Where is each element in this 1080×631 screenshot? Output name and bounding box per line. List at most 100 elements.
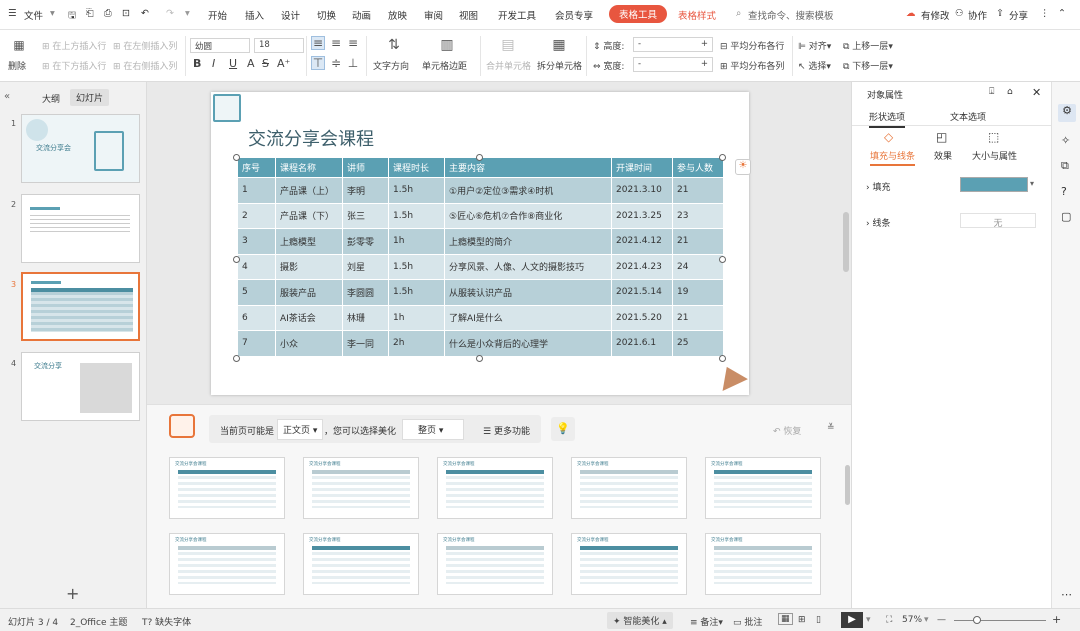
- zoom-level[interactable]: 57%: [902, 615, 922, 625]
- table-cell[interactable]: 7: [237, 330, 276, 357]
- select-button[interactable]: ↖ 选择▾: [798, 59, 831, 72]
- table-cell[interactable]: 25: [672, 330, 724, 357]
- table-cell[interactable]: 2h: [388, 330, 445, 357]
- export-icon[interactable]: ⎗: [86, 8, 94, 19]
- insert-above-button[interactable]: ⊞ 在上方插入行: [42, 39, 106, 52]
- tab-table-style[interactable]: 表格样式: [678, 8, 716, 22]
- fit-window-icon[interactable]: ⛶: [886, 615, 892, 625]
- distribute-cols-button[interactable]: ⊞ 平均分布各列: [720, 59, 784, 72]
- hamburger-icon[interactable]: ☰: [8, 8, 17, 19]
- bold-button[interactable]: B: [193, 57, 201, 70]
- table-cell[interactable]: 21: [672, 304, 724, 331]
- resize-handle[interactable]: [233, 154, 240, 161]
- align-button[interactable]: ⊫ 对齐▾: [798, 39, 831, 52]
- resize-handle[interactable]: [476, 355, 483, 362]
- beautify-template[interactable]: 交流分享会课程: [169, 533, 285, 595]
- help-icon[interactable]: ?: [1061, 185, 1067, 198]
- animation-icon[interactable]: ✧: [1061, 134, 1070, 147]
- table-cell[interactable]: 1.5h: [388, 279, 445, 306]
- undo-icon[interactable]: ↶: [141, 8, 149, 19]
- menu-tab-9[interactable]: 会员专享: [555, 8, 593, 22]
- table-cell[interactable]: 2021.5.14: [611, 279, 673, 306]
- menu-tab-3[interactable]: 切换: [317, 8, 336, 22]
- table-cell[interactable]: AI茶话会: [275, 304, 343, 331]
- resize-handle[interactable]: [476, 154, 483, 161]
- table-cell[interactable]: 李明: [342, 177, 389, 204]
- templates-scrollbar[interactable]: [845, 465, 850, 505]
- font-grow-icon[interactable]: A⁺: [277, 57, 290, 70]
- beautify-template[interactable]: 交流分享会课程: [571, 533, 687, 595]
- header-cell[interactable]: 序号: [237, 157, 276, 178]
- table-cell[interactable]: 1: [237, 177, 276, 204]
- sorter-view-icon[interactable]: ⊞: [798, 615, 806, 625]
- table-cell[interactable]: 2: [237, 202, 276, 229]
- table-cell[interactable]: 服装产品: [275, 279, 343, 306]
- header-cell[interactable]: 参与人数: [672, 157, 724, 178]
- table-cell[interactable]: 上瘾模型: [275, 228, 343, 255]
- command-search[interactable]: 查找命令、搜索模板: [748, 8, 834, 22]
- preview-icon[interactable]: ⊡: [122, 8, 130, 19]
- record-icon[interactable]: ▢: [1061, 210, 1071, 223]
- tab-table-tools[interactable]: 表格工具: [609, 5, 668, 23]
- underline-button[interactable]: U: [229, 57, 237, 70]
- split-cells-button[interactable]: 拆分单元格: [537, 59, 582, 72]
- align-top-icon[interactable]: ⊤: [311, 56, 325, 70]
- zoom-in-button[interactable]: +: [1052, 613, 1061, 626]
- resize-handle[interactable]: [719, 154, 726, 161]
- menu-file[interactable]: 文件: [24, 8, 43, 22]
- properties-icon[interactable]: ⚙: [1058, 104, 1076, 122]
- insert-left-button[interactable]: ⊞ 在左侧插入列: [113, 39, 177, 52]
- play-options-icon[interactable]: ▾: [866, 615, 871, 625]
- vertical-scrollbar[interactable]: [843, 212, 849, 272]
- cell-margin-icon[interactable]: ▥: [437, 35, 457, 55]
- menu-tab-4[interactable]: 动画: [352, 8, 371, 22]
- table-cell[interactable]: 2021.4.23: [611, 253, 673, 280]
- fill-section[interactable]: › 填充: [866, 180, 890, 193]
- resize-handle[interactable]: [233, 355, 240, 362]
- tab-slides[interactable]: 幻灯片: [70, 89, 110, 106]
- lightbulb-icon[interactable]: 💡: [551, 417, 575, 441]
- zoom-menu-icon[interactable]: ▾: [924, 615, 929, 625]
- distribute-rows-button[interactable]: ⊟ 平均分布各行: [720, 39, 784, 52]
- collapse-ribbon-icon[interactable]: ⌃: [1058, 8, 1066, 19]
- pin-icon[interactable]: ⍗: [989, 87, 994, 97]
- table-cell[interactable]: 6: [237, 304, 276, 331]
- fill-color-swatch[interactable]: [960, 177, 1028, 192]
- table-cell[interactable]: 21: [672, 177, 724, 204]
- tab-text-options[interactable]: 文本选项: [950, 110, 986, 123]
- table-cell[interactable]: 彭零零: [342, 228, 389, 255]
- page-type-select[interactable]: 正文页 ▾: [277, 419, 324, 440]
- table-cell[interactable]: 21: [672, 228, 724, 255]
- menu-tab-5[interactable]: 放映: [388, 8, 407, 22]
- redo-icon[interactable]: ↷: [166, 8, 174, 19]
- beautify-template[interactable]: 交流分享会课程: [437, 533, 553, 595]
- beautify-template[interactable]: 交流分享会课程: [705, 533, 821, 595]
- table-cell[interactable]: 1.5h: [388, 202, 445, 229]
- table-cell[interactable]: 产品课（下）: [275, 202, 343, 229]
- beautify-template[interactable]: 交流分享会课程: [705, 457, 821, 519]
- table-cell[interactable]: 分享风景、人像、人文的摄影技巧: [444, 253, 612, 280]
- font-size-select[interactable]: 18: [254, 38, 304, 53]
- table-cell[interactable]: 5: [237, 279, 276, 306]
- height-input[interactable]: - +: [633, 37, 713, 52]
- table-cell[interactable]: 什么是小众背后的心理学: [444, 330, 612, 357]
- line-select[interactable]: 无: [960, 213, 1036, 229]
- send-backward-button[interactable]: ⧉ 下移一层▾: [843, 59, 893, 72]
- merge-cells-button[interactable]: 合并单元格: [486, 59, 531, 72]
- theme-name[interactable]: 2_Office 主题: [70, 615, 127, 628]
- table-cell[interactable]: 24: [672, 253, 724, 280]
- bring-forward-button[interactable]: ⧉ 上移一层▾: [843, 39, 893, 52]
- collapse-icon[interactable]: ≚: [827, 423, 835, 433]
- collab-button[interactable]: 协作: [968, 8, 987, 22]
- table-cell[interactable]: 从服装认识产品: [444, 279, 612, 306]
- menu-tab-7[interactable]: 视图: [459, 8, 478, 22]
- close-icon[interactable]: ✕: [1032, 86, 1041, 99]
- align-center-icon[interactable]: ≡: [329, 36, 343, 50]
- table-cell[interactable]: 刘星: [342, 253, 389, 280]
- table-cell[interactable]: 1.5h: [388, 177, 445, 204]
- slide-thumb-3[interactable]: [21, 272, 140, 341]
- split-cells-icon[interactable]: ▦: [549, 35, 569, 55]
- table-cell[interactable]: 4: [237, 253, 276, 280]
- text-direction-icon[interactable]: ⇅: [384, 35, 404, 55]
- table-cell[interactable]: 2021.3.10: [611, 177, 673, 204]
